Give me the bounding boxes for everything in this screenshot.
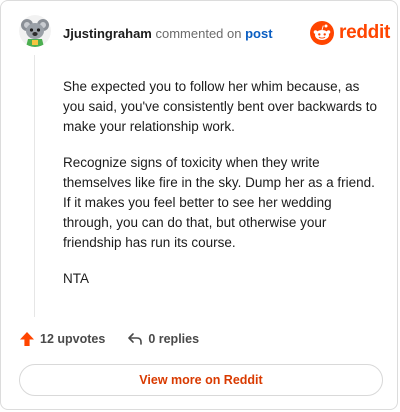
comment-paragraph: She expected you to follow her whim beca…: [63, 79, 377, 134]
upvote-stat[interactable]: 12 upvotes: [19, 331, 105, 347]
commented-on-text: commented on: [155, 26, 242, 41]
upvote-count: 12 upvotes: [40, 332, 106, 346]
comment-stats: 12 upvotes 0 replies: [19, 331, 199, 347]
upvote-arrow-icon: [20, 332, 34, 346]
reply-count: 0 replies: [148, 332, 200, 346]
post-link[interactable]: post: [245, 26, 272, 41]
reply-arrow-icon: [128, 333, 143, 345]
thread-line: [34, 55, 35, 317]
user-avatar[interactable]: [19, 15, 51, 47]
reddit-wordmark: reddit: [339, 22, 390, 43]
koala-avatar-icon: [19, 15, 51, 47]
username-link[interactable]: Jjustingraham: [63, 26, 152, 41]
reply-stat[interactable]: 0 replies: [127, 331, 199, 347]
reddit-logo[interactable]: reddit: [310, 21, 390, 45]
comment-embed-card: Jjustingraham commented on post reddit S…: [0, 0, 398, 410]
reddit-snoo-icon: [310, 21, 334, 45]
view-more-button[interactable]: View more on Reddit: [19, 364, 383, 396]
comment-paragraph: NTA: [63, 271, 89, 286]
comment-paragraph: Recognize signs of toxicity when they wr…: [63, 155, 375, 250]
comment-body: She expected you to follow her whim beca…: [63, 77, 383, 305]
comment-header: Jjustingraham commented on post: [63, 27, 273, 41]
